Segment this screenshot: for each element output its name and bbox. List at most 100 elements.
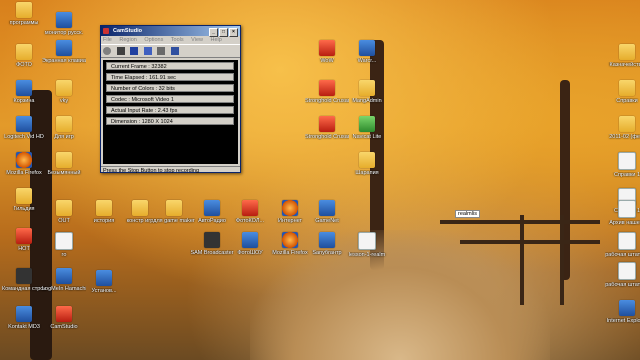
desktop-shortcut[interactable]: MangAdmin (345, 80, 389, 118)
menu-view[interactable]: View (191, 37, 203, 43)
desktop-shortcut[interactable]: Warcr... (345, 40, 389, 78)
desktop-shortcut[interactable]: ro (42, 232, 86, 270)
desktop-shortcut[interactable]: Stronghold Crusader (305, 116, 349, 154)
out-icon (56, 200, 72, 216)
desktop-shortcut[interactable]: Командная строка Wi... (2, 268, 46, 306)
vk-icon (56, 80, 72, 96)
desktop-shortcut[interactable]: Справки (605, 80, 640, 118)
for-igr-icon (56, 116, 72, 132)
logmein-icon (56, 268, 72, 284)
codec: Codec : Microsoft Video 1 (106, 95, 234, 103)
pause-button-icon[interactable] (116, 47, 125, 55)
status-bar: Press the Stop Button to stop recording (101, 166, 240, 175)
ro-icon (55, 232, 73, 250)
desktop-shortcut[interactable]: Sanyбrантр (305, 232, 349, 270)
desktop-shortcut-label: LogMeIn Hamachi (42, 286, 86, 292)
realmlis-label[interactable]: realmlis (455, 210, 480, 218)
desktop-shortcut-label: Sanyбrантр (312, 250, 342, 256)
kontakt-icon (16, 306, 32, 322)
desktop-shortcut-label: Для игр (54, 134, 74, 140)
desktop-shortcut[interactable]: Гильдия (2, 188, 46, 226)
desktop-shortcut-label: Установ... (91, 288, 117, 294)
desktop-shortcut[interactable]: Для игр (42, 116, 86, 154)
hot-icon (16, 228, 32, 244)
menu-region[interactable]: Region (119, 37, 136, 43)
camstudio-icon (56, 306, 72, 322)
camstudio-window[interactable]: CamStudio _ □ × File Region Options Tools … (100, 25, 241, 175)
desktop-shortcut[interactable]: ФотоШОУ (228, 232, 272, 270)
programs-icon (16, 2, 32, 18)
untitled-icon (56, 152, 72, 168)
desktop-shortcut-label: ФотоКОЛ... (235, 218, 265, 224)
time-elapsed: Time Elapsed : 161.91 sec (106, 73, 234, 81)
desktop-shortcut[interactable]: LogMeIn Hamachi (42, 268, 86, 306)
desktop-shortcut[interactable]: Kontakt MD3 (2, 306, 46, 344)
arhiv-icon (618, 200, 636, 218)
view-button-icon[interactable] (170, 47, 179, 55)
desktop-shortcut[interactable]: Internet Explorer (605, 300, 640, 338)
autoradio-icon (204, 200, 220, 216)
desktop-shortcut-label: ФотоШОУ (237, 250, 263, 256)
region-button-icon[interactable] (143, 47, 152, 55)
options-button-icon[interactable] (157, 47, 166, 55)
desktop-shortcut[interactable]: Корзина (2, 80, 46, 118)
fence-post (560, 215, 564, 305)
desktop-shortcut-label: Mozilla Firefox (6, 170, 42, 176)
desktop-shortcut[interactable]: Mozilla Firefox (2, 152, 46, 190)
mangadmin-icon (359, 80, 375, 96)
desktop-shortcut[interactable]: Справки 1 (605, 152, 640, 190)
menu-tools[interactable]: Tools (171, 37, 184, 43)
fotoshow-icon (242, 232, 258, 248)
desktop-shortcut[interactable]: Казначейство (605, 44, 640, 82)
close-button[interactable]: × (229, 28, 238, 37)
navicat-icon (359, 116, 375, 132)
record-button-icon[interactable] (103, 47, 111, 55)
desktop-shortcut-label: НОТ (18, 246, 30, 252)
fence-post (520, 215, 524, 305)
spravki-icon (619, 80, 635, 96)
minimize-button[interactable]: _ (209, 28, 218, 37)
gamenet-icon (319, 200, 335, 216)
desktop-shortcut[interactable]: CamStudio (42, 306, 86, 344)
desktop-shortcut[interactable]: lesson-1-realm (345, 232, 389, 270)
desktop-shortcut[interactable]: 2011-02 (фев) (605, 116, 640, 154)
desktop-shortcut[interactable]: Navicat Lite (345, 116, 389, 154)
desktop-shortcut[interactable]: WoW (305, 40, 349, 78)
working-table-icon (618, 232, 636, 250)
internet-icon (282, 200, 298, 216)
history-icon (96, 200, 112, 216)
desktop-shortcut-label: ФОТО (16, 62, 32, 68)
desktop-shortcut-label: ro (61, 252, 67, 258)
wow-icon (319, 40, 335, 56)
desktop-shortcut[interactable]: Экранная клавиатура (42, 40, 86, 78)
menu-options[interactable]: Options (144, 37, 163, 43)
date-folder-icon (619, 116, 635, 132)
stop-button-icon[interactable] (130, 47, 139, 55)
desktop-shortcut[interactable]: Logitech Vid HD (2, 116, 46, 154)
desktop-shortcut-label: Гильдия (13, 206, 35, 212)
desktop-shortcut[interactable]: Stronghold Crusader (305, 80, 349, 118)
desktop-shortcut[interactable]: рабочая штатка1 (605, 262, 640, 300)
desktop-shortcut-label: Командная строка Wi... (2, 286, 46, 292)
dimension: Dimension : 1280 X 1024 (106, 117, 234, 125)
desktop-shortcut[interactable]: vky (42, 80, 86, 118)
desktop-shortcut-label: Navicat Lite (352, 134, 382, 140)
camstudio-titlebar[interactable]: CamStudio _ □ × (101, 26, 240, 37)
desktop-shortcut[interactable]: Безымянный (42, 152, 86, 190)
command-line-icon (16, 268, 32, 284)
desktop-shortcut-label: OUT (58, 218, 70, 224)
menu-file[interactable]: File (103, 37, 112, 43)
desktop-shortcut[interactable]: Установ... (82, 270, 126, 308)
desktop-shortcut[interactable]: программы (2, 2, 46, 40)
maximize-button[interactable]: □ (219, 28, 228, 37)
desktop-shortcut[interactable]: Шарапия (345, 152, 389, 190)
desktop-shortcut[interactable]: ФОТО (2, 44, 46, 82)
working-table2-icon (618, 262, 636, 280)
game-maker-icon (166, 200, 182, 216)
menu-help[interactable]: Help (211, 37, 222, 43)
logitech-icon (16, 116, 32, 132)
desktop-shortcut[interactable]: НОТ (2, 228, 46, 266)
sam-broadcaster-icon (204, 232, 220, 248)
stats-panel: Current Frame : 32382 Time Elapsed : 161… (103, 60, 238, 164)
screen-keyboard-icon (56, 40, 72, 56)
